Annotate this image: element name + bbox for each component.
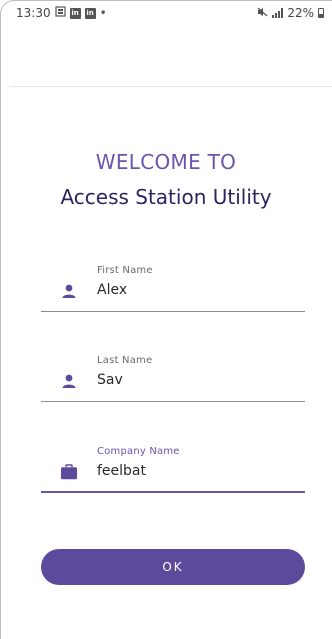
first-name-input[interactable] bbox=[97, 282, 297, 298]
status-right: 22% bbox=[257, 6, 324, 20]
mute-icon bbox=[257, 6, 268, 20]
person-icon bbox=[61, 283, 77, 299]
linkedin-icon: in bbox=[69, 7, 81, 19]
briefcase-icon bbox=[61, 464, 77, 480]
ok-button[interactable]: OK bbox=[41, 549, 305, 585]
company-name-field[interactable]: Company Name bbox=[41, 443, 305, 493]
last-name-field[interactable]: Last Name bbox=[41, 352, 305, 402]
person-icon bbox=[61, 373, 77, 389]
notification-icon bbox=[54, 6, 66, 20]
last-name-label: Last Name bbox=[97, 355, 153, 366]
battery-icon bbox=[318, 8, 324, 18]
company-name-underline bbox=[41, 491, 305, 493]
first-name-field[interactable]: First Name bbox=[41, 262, 305, 312]
welcome-title: WELCOME TO bbox=[95, 150, 237, 174]
dot-icon: • bbox=[99, 6, 107, 20]
company-name-input[interactable] bbox=[97, 463, 297, 479]
last-name-input[interactable] bbox=[97, 372, 297, 388]
status-left: 13:30 in in • bbox=[16, 6, 107, 20]
first-name-label: First Name bbox=[97, 265, 153, 276]
app-bar-divider bbox=[10, 86, 332, 87]
battery-percent: 22% bbox=[287, 6, 314, 20]
linkedin-icon: in bbox=[84, 7, 96, 19]
status-bar: 13:30 in in • 22% bbox=[0, 0, 332, 26]
company-name-label: Company Name bbox=[97, 446, 180, 457]
app-name-title: Access Station Utility bbox=[60, 185, 272, 209]
signal-icon bbox=[272, 8, 284, 18]
last-name-underline bbox=[41, 401, 305, 402]
device-frame bbox=[0, 0, 332, 639]
status-time: 13:30 bbox=[16, 6, 51, 20]
first-name-underline bbox=[41, 311, 305, 312]
